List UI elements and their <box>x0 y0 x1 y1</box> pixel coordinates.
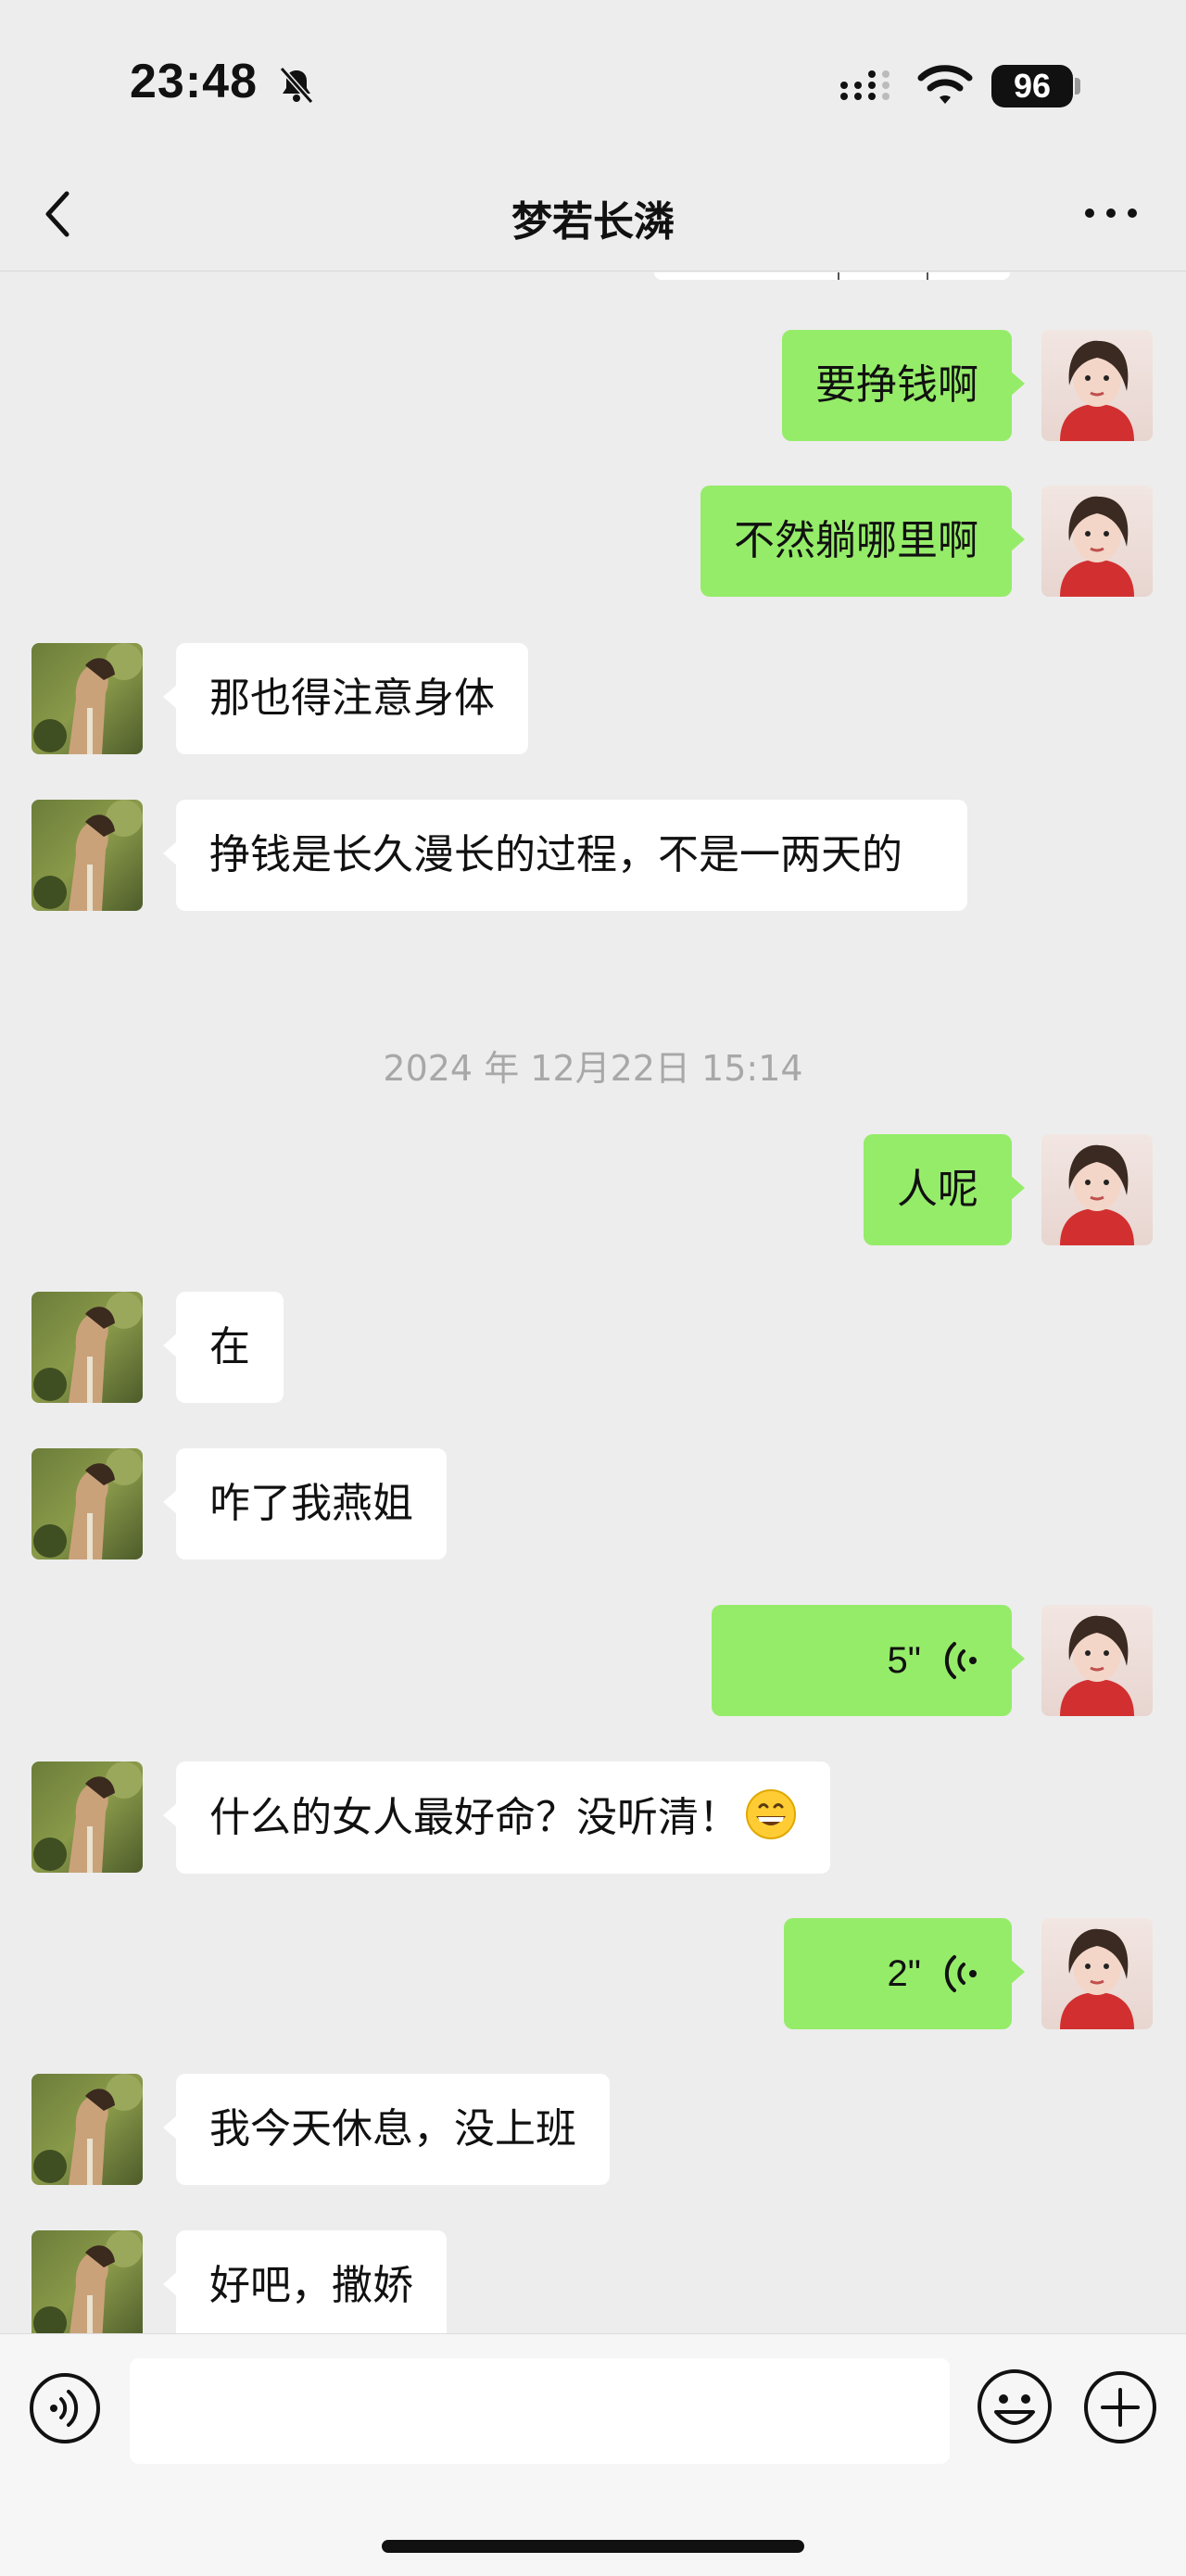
contact-avatar[interactable] <box>32 1448 143 1559</box>
voice-duration: 2" <box>887 1953 921 1994</box>
my-avatar[interactable] <box>1041 330 1153 441</box>
status-bar: 23:48 96 <box>0 0 1186 162</box>
previous-message-fragment <box>654 272 1010 280</box>
bell-off-icon <box>279 67 314 104</box>
voice-input-icon[interactable] <box>28 2371 102 2445</box>
signal-icon <box>840 70 890 100</box>
received-message-bubble[interactable]: 挣钱是长久漫长的过程，不是一两天的 <box>163 800 967 911</box>
message-input[interactable] <box>130 2358 950 2464</box>
status-time: 23:48 <box>130 55 258 108</box>
contact-avatar[interactable] <box>32 1762 143 1873</box>
voice-message-bubble[interactable]: 2" <box>784 1918 1025 2029</box>
sent-message-bubble[interactable]: 不然躺哪里啊 <box>700 486 1025 597</box>
smiley-icon[interactable] <box>976 2368 1054 2445</box>
chat-timestamp: 2024 年 12月22日 15:14 <box>383 1048 803 1089</box>
received-message-bubble[interactable]: 在 <box>163 1292 284 1403</box>
received-message-bubble[interactable]: 我今天休息，没上班 <box>163 2074 610 2185</box>
more-dots-icon[interactable] <box>1080 199 1142 227</box>
sent-message-bubble[interactable]: 人呢 <box>864 1134 1025 1245</box>
battery-indicator: 96 <box>991 65 1073 107</box>
voice-wave-icon <box>944 1955 977 1992</box>
chat-area[interactable]: 要挣钱啊 不然躺哪里啊 那也得注意身体 挣钱是长久漫长的过程，不是一两天的 20… <box>0 272 1186 2333</box>
voice-duration: 5" <box>887 1640 921 1681</box>
contact-avatar[interactable] <box>32 2074 143 2185</box>
received-message-bubble[interactable]: 那也得注意身体 <box>163 643 528 754</box>
voice-message-bubble[interactable]: 5" <box>712 1605 1025 1716</box>
nav-bar: 梦若长潾 <box>0 162 1186 271</box>
contact-avatar[interactable] <box>32 643 143 754</box>
plus-circle-icon[interactable] <box>1082 2369 1158 2445</box>
wifi-icon <box>917 65 973 104</box>
my-avatar[interactable] <box>1041 1918 1153 2029</box>
my-avatar[interactable] <box>1041 1134 1153 1245</box>
home-indicator <box>382 2540 804 2553</box>
grinning-face-emoji <box>746 1789 796 1839</box>
received-message-bubble[interactable]: 什么的女人最好命？没听清！ <box>163 1762 830 1874</box>
message-text: 什么的女人最好命？没听清！ <box>209 1794 739 1841</box>
chat-title: 梦若长潾 <box>511 198 675 246</box>
voice-wave-icon <box>944 1642 977 1679</box>
received-message-bubble[interactable]: 咋了我燕姐 <box>163 1448 447 1559</box>
contact-avatar[interactable] <box>32 1292 143 1403</box>
received-message-bubble[interactable]: 好吧，撒娇 <box>163 2230 447 2333</box>
my-avatar[interactable] <box>1041 486 1153 597</box>
sent-message-bubble[interactable]: 要挣钱啊 <box>782 330 1025 441</box>
input-bar <box>0 2333 1186 2576</box>
contact-avatar[interactable] <box>32 800 143 911</box>
contact-avatar[interactable] <box>32 2230 143 2333</box>
battery-tip <box>1075 78 1080 95</box>
my-avatar[interactable] <box>1041 1605 1153 1716</box>
